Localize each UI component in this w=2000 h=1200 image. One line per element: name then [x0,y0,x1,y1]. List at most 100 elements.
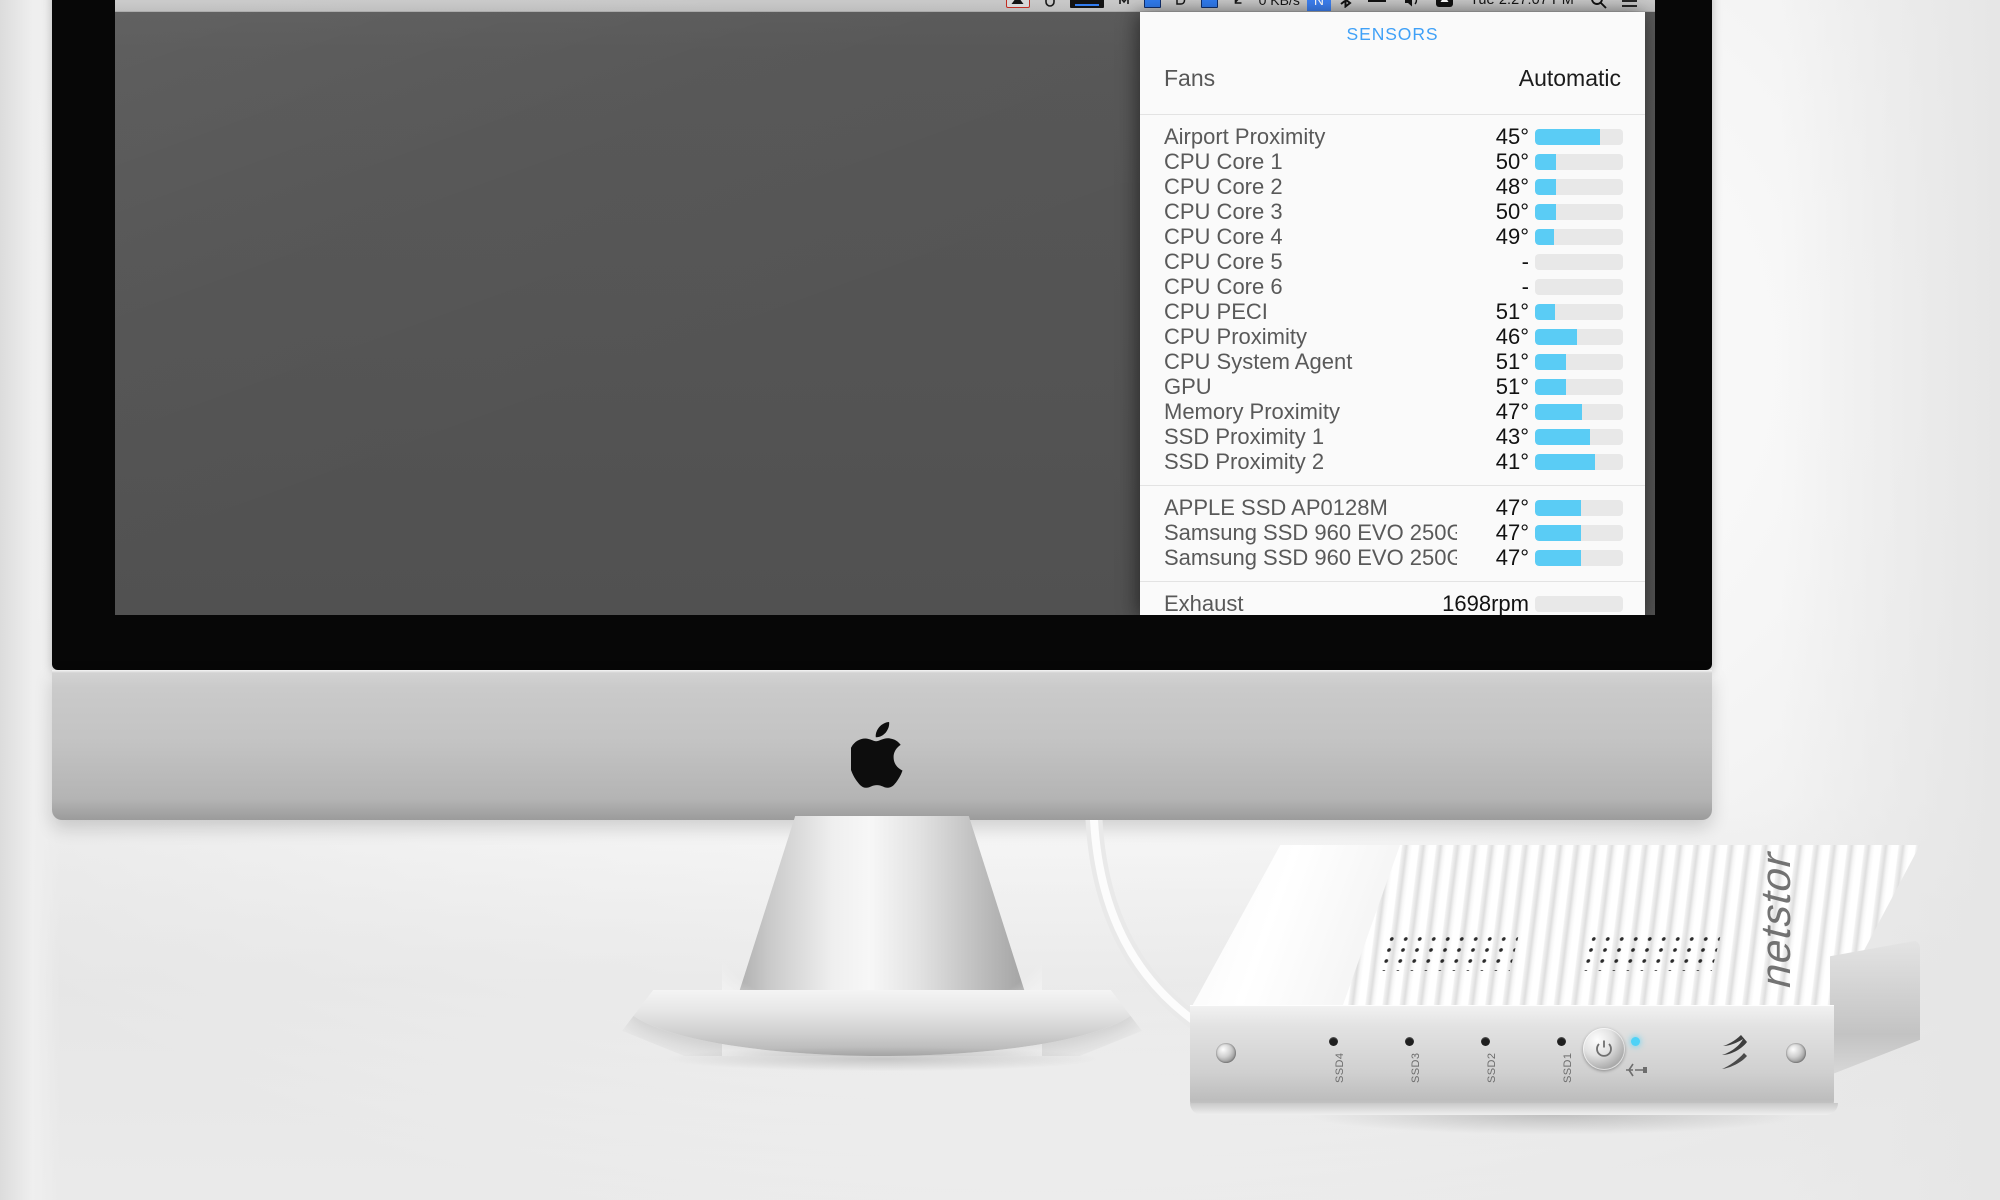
menubar-item-indicator-2[interactable] [1194,0,1225,11]
sensor-value: 50° [1495,148,1529,174]
usb-monitor-icon [1044,0,1056,9]
led-label-ssd3: SSD3 [1410,1052,1422,1083]
sensor-name: CPU Core 6 [1164,273,1283,299]
sensor-value: 45° [1495,123,1529,149]
sensor-row[interactable]: CPU Core 4 49° [1140,224,1645,249]
sensor-bar-fill [1535,403,1582,420]
sensor-row[interactable]: CPU Core 5 - [1140,249,1645,274]
sensor-row[interactable]: Memory Proximity 47° [1140,399,1645,424]
imac-chin [52,670,1712,820]
sensor-bar [1535,203,1623,220]
sensor-bar [1535,453,1623,470]
sensor-name: CPU Proximity [1164,323,1308,349]
sensor-row[interactable]: APPLE SSD AP0128M 47° [1140,495,1645,520]
sensor-row[interactable]: Exhaust 1698rpm [1140,591,1645,615]
menubar-clock[interactable]: Tue 2:27:07 PM [1461,0,1583,11]
battery-icon [1367,0,1389,7]
sensor-bar-fill [1535,328,1578,345]
sensor-row[interactable]: CPU System Agent 51° [1140,349,1645,374]
sensor-row[interactable]: CPU PECI 51° [1140,299,1645,324]
sensor-row[interactable]: CPU Proximity 46° [1140,324,1645,349]
sensor-row[interactable]: Samsung SSD 960 EVO 250GB 47° [1140,545,1645,570]
imac-screen: 0 KB/s N Tue 2:27:07 PM SENSORS Fans Aut… [115,0,1655,615]
sensor-bar-fill [1535,453,1595,470]
sensor-row[interactable]: Airport Proximity 45° [1140,124,1645,149]
enclosure-right-side [1830,940,1920,1075]
left-vignette [0,0,60,1200]
sensors-popover: SENSORS Fans Automatic Airport Proximity… [1140,12,1645,615]
popover-title: SENSORS [1346,24,1439,44]
sensor-bar-fill [1535,353,1566,370]
menubar-item-battery[interactable] [1360,0,1396,11]
sensor-bar [1535,153,1623,170]
sensor-row[interactable]: CPU Core 6 - [1140,274,1645,299]
netstor-brand-text: netstor [1752,845,1799,993]
control-center-icon [1621,0,1638,8]
sensor-value: 51° [1495,298,1529,324]
sensor-bar-fill [1535,203,1557,220]
sensor-bar [1535,428,1623,445]
netstor-enclosure: netstor SSD4 SSD3 SSD2 SSD1 [1190,845,1920,1145]
sensor-bar [1535,128,1623,145]
menubar-item-bluetooth[interactable] [1331,0,1360,11]
menubar-item-volume[interactable] [1396,0,1428,11]
sensor-bar [1535,403,1623,420]
fans-label: Fans [1164,65,1216,91]
macos-menubar: 0 KB/s N Tue 2:27:07 PM [115,0,1655,12]
sensor-row[interactable]: CPU Core 1 50° [1140,149,1645,174]
menubar-item-download[interactable] [1225,0,1252,11]
power-button[interactable] [1583,1028,1625,1070]
menubar-item-active-n[interactable]: N [1306,0,1331,11]
sensor-bar [1535,253,1623,270]
sensor-bar [1535,524,1623,541]
sensor-name: CPU Core 4 [1164,223,1283,249]
sensor-bar [1535,378,1623,395]
sensor-row[interactable]: GPU 51° [1140,374,1645,399]
triangle-glyph [1011,0,1024,4]
enclosure-front-panel: SSD4 SSD3 SSD2 SSD1 [1190,1005,1834,1113]
menubar-item-search[interactable] [1583,0,1614,11]
sensor-bar-fill [1535,128,1601,145]
thunderbolt-icon [1622,1060,1648,1085]
menubar-item-indicator-1[interactable] [1137,0,1168,11]
volume-icon [1403,0,1421,8]
menubar-item-control-center[interactable] [1614,0,1645,11]
sensor-name: CPU Core 3 [1164,198,1283,224]
sensor-value: 50° [1495,198,1529,224]
sensor-row[interactable]: CPU Core 2 48° [1140,174,1645,199]
sensor-value: 51° [1495,348,1529,374]
sensor-bar [1535,303,1623,320]
led-ssd1 [1557,1037,1566,1046]
fan-sensor-group: Exhaust 1698rpm [1140,582,1645,615]
sensor-bar [1535,278,1623,295]
menubar-network-speed: 0 KB/s [1258,0,1300,8]
airplay-icon [1435,0,1454,8]
bluetooth-icon [1338,0,1353,8]
fans-row[interactable]: Fans Automatic [1140,56,1645,114]
sensor-row[interactable]: SSD Proximity 2 41° [1140,449,1645,474]
sensor-row[interactable]: CPU Core 3 50° [1140,199,1645,224]
sensor-name: CPU System Agent [1164,348,1353,374]
menubar-item-disk[interactable] [1168,0,1194,11]
sensor-value: 47° [1495,494,1529,520]
sensor-name: Memory Proximity [1164,398,1341,424]
apple-logo [851,722,903,788]
menubar-item-airplay[interactable] [1428,0,1461,11]
sensor-name: Samsung SSD 960 EVO 250GB [1164,544,1457,570]
menubar-item-network-graph[interactable] [1063,0,1111,11]
menubar-item-usb-monitor[interactable] [1037,0,1063,11]
sensor-bar [1535,353,1623,370]
sensor-bar-fill [1535,378,1566,395]
menubar-item-app-icon[interactable] [999,0,1037,11]
memory-icon [1118,0,1130,9]
sensor-row[interactable]: Samsung SSD 960 EVO 250GB 47° [1140,520,1645,545]
sensor-value: 49° [1495,223,1529,249]
vent-holes-left [1381,937,1519,971]
search-icon [1590,0,1607,9]
sensor-value: - [1521,248,1529,274]
front-screw-left [1216,1043,1236,1063]
menubar-item-memory[interactable] [1111,0,1137,11]
sensor-row[interactable]: SSD Proximity 1 43° [1140,424,1645,449]
sensor-name: Samsung SSD 960 EVO 250GB [1164,519,1457,545]
blue-indicator-icon-2 [1200,0,1218,8]
